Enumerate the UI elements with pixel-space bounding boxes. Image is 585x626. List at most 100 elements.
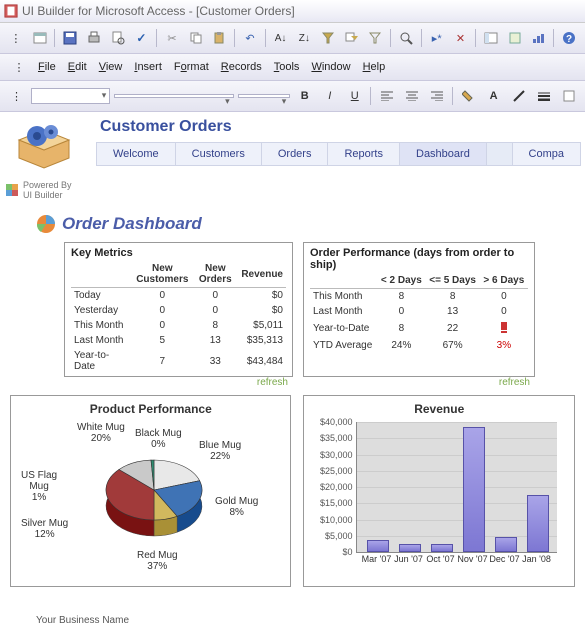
cell: $35,313 — [238, 333, 286, 348]
paste-button[interactable] — [209, 27, 231, 49]
filter-form-button[interactable] — [341, 27, 363, 49]
cell: 67% — [425, 338, 479, 353]
help-button[interactable]: ? — [558, 27, 580, 49]
tab-orders[interactable]: Orders — [262, 143, 329, 165]
key-metrics-table: New Customers New Orders Revenue Today00… — [71, 261, 286, 374]
cell: 33 — [192, 348, 238, 374]
db-window-button[interactable] — [480, 27, 502, 49]
table-header-row: < 2 Days <= 5 Days > 6 Days — [310, 273, 528, 289]
cell: 24% — [377, 338, 425, 353]
toolbar-format: ⋮ B I U A — [0, 81, 585, 112]
y-axis: $0$5,000$10,000$15,000$20,000$25,000$30,… — [310, 422, 354, 552]
cut-button[interactable]: ✂ — [161, 27, 183, 49]
print-button[interactable] — [83, 27, 105, 49]
menu-file[interactable]: File — [32, 59, 62, 75]
cell: 8 — [377, 289, 425, 305]
font-selector[interactable] — [114, 94, 233, 98]
y-tick: $30,000 — [320, 450, 353, 460]
tab-company[interactable]: Compa — [512, 143, 580, 165]
col-lte5: <= 5 Days — [425, 273, 479, 289]
bar-wrap: $0$5,000$10,000$15,000$20,000$25,000$30,… — [310, 422, 568, 582]
underline-button[interactable]: U — [343, 85, 366, 107]
filter-apply-button[interactable] — [365, 27, 387, 49]
table-row: This Month08$5,011 — [71, 318, 286, 333]
pie-label: Black Mug0% — [135, 428, 182, 450]
menu-insert[interactable]: Insert — [128, 59, 168, 75]
y-tick: $40,000 — [320, 417, 353, 427]
font-color-button[interactable]: A — [482, 85, 505, 107]
powered-line2: UI Builder — [23, 190, 63, 200]
copy-button[interactable] — [185, 27, 207, 49]
dashboard-icon — [36, 214, 56, 234]
filter-button[interactable] — [317, 27, 339, 49]
view-mode-button[interactable] — [29, 27, 51, 49]
pie-label: White Mug20% — [77, 422, 125, 444]
cell: 8 — [425, 289, 479, 305]
print-preview-button[interactable] — [107, 27, 129, 49]
menu-help[interactable]: Help — [357, 59, 392, 75]
menu-format[interactable]: Format — [168, 59, 215, 75]
cell: $0 — [238, 288, 286, 304]
col-blank — [310, 273, 377, 289]
x-label: Jun '07 — [392, 554, 424, 564]
menu-edit[interactable]: Edit — [62, 59, 93, 75]
menu-window[interactable]: Window — [305, 59, 356, 75]
toolbar-1: ⋮ ✓ ✂ ↶ A↓ Z↓ ▸* ✕ ? — [0, 23, 585, 54]
spellcheck-button[interactable]: ✓ — [130, 27, 152, 49]
tab-dashboard[interactable]: Dashboard — [400, 143, 487, 165]
table-row: Last Month0130 — [310, 304, 528, 319]
sort-asc-button[interactable]: A↓ — [270, 27, 292, 49]
col-new-customers: New Customers — [132, 261, 192, 288]
special-effect-button[interactable] — [557, 85, 580, 107]
tab-customers[interactable]: Customers — [176, 143, 262, 165]
tab-reports[interactable]: Reports — [328, 143, 400, 165]
bar — [495, 537, 517, 552]
row-label: This Month — [310, 289, 377, 305]
italic-button[interactable]: I — [318, 85, 341, 107]
col-revenue: Revenue — [238, 261, 286, 288]
bar — [431, 544, 453, 553]
line-width-button[interactable] — [532, 85, 555, 107]
cell: 0 — [132, 288, 192, 304]
bold-button[interactable]: B — [293, 85, 316, 107]
font-size-selector[interactable] — [238, 94, 291, 98]
pie-label: Red Mug37% — [137, 550, 178, 572]
cell: 22 — [425, 319, 479, 338]
align-center-button[interactable] — [400, 85, 423, 107]
sort-desc-button[interactable]: Z↓ — [293, 27, 315, 49]
new-record-button[interactable]: ▸* — [426, 27, 448, 49]
cell: 13 — [425, 304, 479, 319]
pie-label: Gold Mug8% — [215, 496, 258, 518]
find-button[interactable] — [395, 27, 417, 49]
row-label: Year-to-Date — [71, 348, 132, 374]
align-right-button[interactable] — [425, 85, 448, 107]
order-perf-refresh[interactable]: refresh — [499, 377, 530, 388]
menu-view[interactable]: View — [93, 59, 129, 75]
pie-label: Blue Mug22% — [199, 440, 241, 462]
key-metrics-box: Key Metrics New Customers New Orders Rev… — [64, 242, 293, 377]
menu-tools[interactable]: Tools — [268, 59, 306, 75]
chart-button[interactable] — [528, 27, 550, 49]
menu-records[interactable]: Records — [215, 59, 268, 75]
tab-welcome[interactable]: Welcome — [97, 143, 176, 165]
separator — [265, 29, 266, 47]
delete-record-button[interactable]: ✕ — [450, 27, 472, 49]
table-row: Today00$0 — [71, 288, 286, 304]
object-selector[interactable] — [31, 88, 110, 104]
new-object-button[interactable] — [504, 27, 526, 49]
fill-color-button[interactable] — [457, 85, 480, 107]
separator — [54, 29, 55, 47]
undo-button[interactable]: ↶ — [239, 27, 261, 49]
x-label: Mar '07 — [360, 554, 392, 564]
align-left-button[interactable] — [375, 85, 398, 107]
cell: 0 — [192, 288, 238, 304]
col-gt6: > 6 Days — [480, 273, 528, 289]
key-metrics-refresh[interactable]: refresh — [257, 377, 288, 388]
save-button[interactable] — [59, 27, 81, 49]
window-titlebar: UI Builder for Microsoft Access - [Custo… — [0, 0, 585, 23]
line-color-button[interactable] — [507, 85, 530, 107]
header-area: Powered ByUI Builder Customer Orders Wel… — [0, 112, 585, 200]
bar — [367, 540, 389, 552]
separator — [553, 29, 554, 47]
bar — [527, 495, 549, 552]
